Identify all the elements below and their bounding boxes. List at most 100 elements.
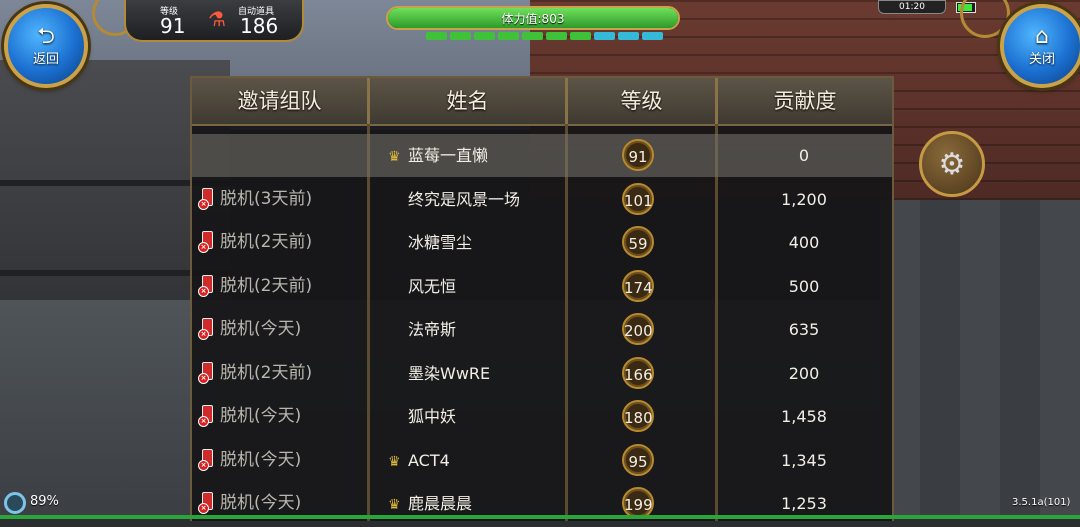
member-name-text: 蓝莓一直懒: [408, 146, 489, 165]
member-row[interactable]: × 脱机(2天前) 风无恒 174 500: [192, 265, 892, 308]
player-stats-plate: 等级 91 ⚗ 自动道具 186: [124, 0, 304, 42]
crown-icon: ♛: [388, 497, 401, 513]
close-button[interactable]: ⌂ 关闭: [1000, 4, 1080, 88]
level-value: 91: [160, 14, 186, 38]
member-name[interactable]: 终究是风景一场: [388, 178, 558, 221]
member-name[interactable]: 墨染WwRE: [388, 352, 558, 395]
offline-phone-icon: ×: [198, 492, 214, 514]
progress-percent: 89%: [30, 494, 59, 509]
member-status: × 脱机(3天前): [198, 178, 365, 221]
energy-pip: [450, 32, 471, 40]
member-name[interactable]: ♛ 蓝莓一直懒: [388, 134, 558, 177]
clock: 01:20: [878, 0, 946, 14]
member-name-text: 冰糖雪尘: [408, 233, 473, 252]
member-name[interactable]: 狐中妖: [388, 395, 558, 438]
member-row[interactable]: ♛ 蓝莓一直懒 91 0: [192, 134, 892, 177]
level-badge: 166: [622, 356, 654, 389]
member-row[interactable]: × 脱机(今天) ♛ ACT4 95 1,345: [192, 439, 892, 482]
member-status: × 脱机(2天前): [198, 352, 365, 395]
gear-icon: ⚙: [938, 146, 966, 182]
energy-pip: [618, 32, 639, 40]
auto-items-value: 186: [240, 14, 279, 38]
member-status: × 脱机(今天): [198, 395, 365, 438]
header-name[interactable]: 姓名: [367, 78, 565, 124]
member-name[interactable]: ♛ ACT4: [388, 439, 558, 482]
level-badge: 174: [622, 269, 654, 302]
member-contribution: 500: [788, 276, 820, 296]
header-level[interactable]: 等级: [565, 78, 715, 124]
energy-pip: [594, 32, 615, 40]
offline-phone-icon: ×: [198, 318, 214, 340]
member-name-text: 风无恒: [408, 276, 457, 296]
member-status: [200, 134, 365, 177]
bottom-progress-bar: [0, 515, 1080, 519]
member-contribution: 1,345: [781, 450, 827, 470]
status-text: 脱机(今天): [220, 319, 302, 339]
member-row[interactable]: × 脱机(2天前) 墨染WwRE 166 200: [192, 352, 892, 395]
member-name-text: 终究是风景一场: [408, 189, 521, 209]
member-status: × 脱机(2天前): [198, 221, 365, 264]
offline-phone-icon: ×: [198, 448, 214, 471]
member-name[interactable]: 法帝斯: [388, 308, 558, 351]
crown-icon: ♛: [388, 453, 401, 470]
status-text: 脱机(今天): [220, 406, 302, 426]
member-name-text: 狐中妖: [408, 407, 457, 426]
status-text: 脱机(今天): [220, 449, 302, 470]
member-row[interactable]: × 脱机(3天前) 终究是风景一场 101 1,200: [192, 178, 892, 221]
floor-tiles: [880, 200, 1080, 519]
member-name-text: 墨染WwRE: [408, 363, 491, 383]
energy-pip: [570, 32, 591, 40]
close-button-label: 关闭: [1028, 51, 1055, 67]
potion-flask-icon: ⚗: [208, 7, 226, 31]
header-invite-team[interactable]: 邀请组队: [192, 78, 367, 124]
back-arrow-icon: ⮌: [37, 23, 55, 49]
status-text: 脱机(今天): [220, 493, 302, 513]
back-button[interactable]: ⮌ 返回: [4, 4, 88, 88]
member-name-text: 鹿晨晨晨: [408, 494, 473, 513]
level-badge: 200: [622, 313, 654, 345]
crown-icon: ♛: [388, 149, 401, 165]
status-text: 脱机(3天前): [220, 188, 313, 209]
member-name[interactable]: 冰糖雪尘: [388, 221, 558, 264]
member-level: 180: [622, 395, 656, 438]
member-status: × 脱机(今天): [198, 439, 365, 482]
stamina-widget: 体力值:803: [378, 2, 682, 46]
member-level: 101: [622, 178, 656, 221]
level-badge: 101: [622, 182, 654, 215]
level-badge: 91: [622, 139, 654, 171]
member-contribution: 1,200: [781, 189, 827, 209]
member-row[interactable]: × 脱机(2天前) 冰糖雪尘 59 400: [192, 221, 892, 264]
home-icon: ⌂: [1035, 23, 1049, 49]
member-row[interactable]: × 脱机(今天) 狐中妖 180 1,458: [192, 395, 892, 438]
energy-pip: [498, 32, 519, 40]
member-name[interactable]: 风无恒: [388, 265, 558, 308]
download-progress-icon: [4, 492, 26, 514]
status-text: 脱机(2天前): [220, 232, 313, 252]
member-level: 200: [622, 308, 656, 351]
level-badge: 180: [622, 400, 654, 432]
offline-phone-icon: ×: [198, 405, 214, 427]
member-level: 166: [622, 352, 656, 395]
version-label: 3.5.1a(101): [1012, 497, 1071, 508]
member-row[interactable]: × 脱机(今天) 法帝斯 200 635: [192, 308, 892, 351]
member-level: 95: [622, 439, 656, 482]
guild-member-panel: 邀请组队 姓名 等级 贡献度 ♛ 蓝莓一直懒 91 0 × 脱机(3天前) 终究是风景一场 1…: [190, 76, 894, 521]
energy-pips: [426, 32, 663, 40]
energy-pip: [642, 32, 663, 40]
settings-button[interactable]: ⚙: [919, 131, 985, 197]
header-contribution[interactable]: 贡献度: [715, 78, 892, 124]
member-level: 174: [622, 265, 656, 308]
energy-pip: [522, 32, 543, 40]
status-text: 脱机(2天前): [220, 275, 313, 296]
energy-pip: [474, 32, 495, 40]
member-level: 59: [622, 221, 656, 264]
level-badge: 95: [622, 443, 654, 476]
table-header: 邀请组队 姓名 等级 贡献度: [192, 78, 892, 126]
member-level: 91: [622, 134, 656, 177]
energy-pip: [546, 32, 567, 40]
level-badge: 59: [622, 226, 654, 258]
stamina-bar: 体力值:803: [386, 6, 680, 30]
energy-pip: [426, 32, 447, 40]
member-contribution: 635: [788, 320, 820, 339]
member-status: × 脱机(2天前): [198, 265, 365, 308]
